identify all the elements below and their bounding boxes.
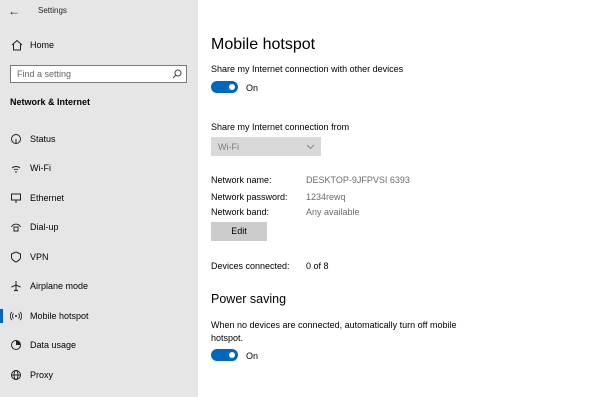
edit-button[interactable]: Edit bbox=[211, 222, 267, 241]
devices-connected-label: Devices connected: bbox=[211, 261, 290, 271]
share-from-label: Share my Internet connection from bbox=[211, 122, 350, 132]
proxy-icon bbox=[11, 370, 21, 380]
sidebar-item-label: VPN bbox=[30, 252, 49, 262]
sidebar-item-dialup[interactable]: Dial-up bbox=[0, 214, 198, 240]
search-input[interactable] bbox=[17, 69, 167, 79]
network-name-value: DESKTOP-9JFPVSI 6393 bbox=[306, 175, 410, 185]
devices-connected-value: 0 of 8 bbox=[306, 261, 329, 271]
back-arrow-icon[interactable]: ← bbox=[6, 3, 22, 19]
share-toggle-state: On bbox=[246, 83, 259, 93]
wifi-icon bbox=[11, 166, 21, 173]
ethernet-icon bbox=[11, 193, 21, 203]
network-name-label: Network name: bbox=[211, 175, 272, 185]
sidebar-item-airplane[interactable]: Airplane mode bbox=[0, 273, 198, 299]
network-password-label: Network password: bbox=[211, 192, 288, 202]
share-from-value: Wi-Fi bbox=[218, 142, 239, 152]
search-box[interactable] bbox=[10, 65, 187, 83]
sidebar-item-label: Proxy bbox=[30, 370, 54, 380]
home-nav-item[interactable]: Home bbox=[0, 36, 198, 56]
power-saving-text-line1: When no devices are connected, automatic… bbox=[211, 320, 457, 330]
chevron-down-icon bbox=[306, 144, 315, 150]
sidebar-item-label: Ethernet bbox=[30, 193, 65, 203]
sidebar-item-status[interactable]: Status bbox=[0, 126, 198, 152]
status-icon bbox=[11, 134, 21, 144]
app-title: Settings bbox=[38, 6, 67, 15]
data-usage-icon bbox=[11, 340, 21, 350]
sidebar-item-mobile-hotspot[interactable]: Mobile hotspot bbox=[0, 303, 198, 329]
sidebar-item-vpn[interactable]: VPN bbox=[0, 244, 198, 270]
power-toggle-state: On bbox=[246, 351, 259, 361]
sidebar-item-label: Airplane mode bbox=[30, 281, 89, 291]
sidebar: ← Settings Home Network & Internet Statu… bbox=[0, 0, 198, 397]
sidebar-item-label: Mobile hotspot bbox=[30, 311, 89, 321]
sidebar-item-ethernet[interactable]: Ethernet bbox=[0, 185, 198, 211]
sidebar-item-proxy[interactable]: Proxy bbox=[0, 362, 198, 388]
share-from-dropdown[interactable]: Wi-Fi bbox=[211, 137, 321, 156]
sidebar-item-label: Status bbox=[30, 134, 56, 144]
page-title: Mobile hotspot bbox=[211, 36, 316, 53]
home-label: Home bbox=[30, 40, 55, 50]
sidebar-item-label: Dial-up bbox=[30, 222, 59, 232]
dialup-icon bbox=[11, 223, 21, 232]
search-icon[interactable] bbox=[172, 69, 182, 79]
share-label: Share my Internet connection with other … bbox=[211, 64, 404, 74]
sidebar-item-label: Data usage bbox=[30, 340, 77, 350]
title-bar: ← Settings bbox=[0, 0, 198, 22]
home-icon bbox=[11, 39, 23, 51]
network-password-value: 1234rewq bbox=[306, 192, 346, 202]
sidebar-item-data-usage[interactable]: Data usage bbox=[0, 332, 198, 358]
network-band-label: Network band: bbox=[211, 207, 270, 217]
hotspot-icon bbox=[10, 311, 22, 321]
sidebar-item-wifi[interactable]: Wi-Fi bbox=[0, 155, 198, 181]
power-saving-toggle[interactable] bbox=[211, 349, 238, 361]
airplane-icon bbox=[11, 281, 21, 292]
vpn-icon bbox=[11, 251, 21, 263]
power-saving-heading: Power saving bbox=[211, 292, 287, 306]
share-toggle[interactable] bbox=[211, 81, 238, 93]
main-content: Mobile hotspot Share my Internet connect… bbox=[198, 0, 600, 397]
section-title: Network & Internet bbox=[10, 97, 91, 107]
network-band-value: Any available bbox=[306, 207, 360, 217]
power-saving-text-line2: hotspot. bbox=[211, 333, 244, 343]
sidebar-item-label: Wi-Fi bbox=[30, 163, 51, 173]
